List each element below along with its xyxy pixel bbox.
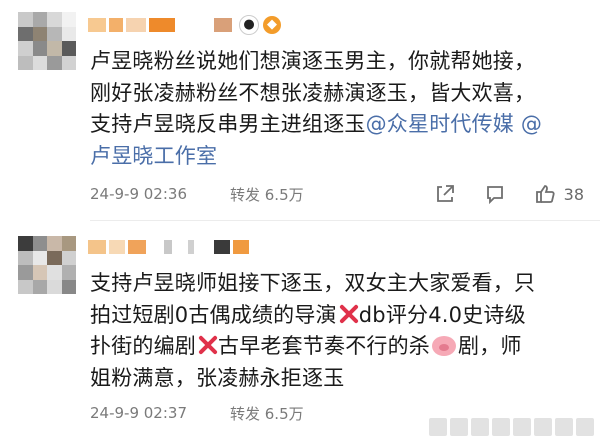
mention-link[interactable]: @众星时代传媒 @ [366, 112, 542, 136]
comment-line: 刚好张凌赫粉丝不想张凌赫演逐玉，皆大欢喜， [90, 80, 536, 105]
comment-segment: 拍过短剧0古偶成绩的导演 [90, 302, 337, 327]
comment-text: 支持卢昱晓师姐接下逐玉，双女主大家爱看，只 拍过短剧0古偶成绩的导演 db评分4.… [90, 268, 584, 394]
repost-count: 转发 6.5万 [230, 404, 304, 423]
fish-badge-icon: ◆ [263, 16, 281, 34]
repost-count: 转发 6.5万 [230, 185, 304, 204]
comment-segment: 剧，师 [458, 334, 522, 358]
comment-segment: 古早老套节奏不行的杀 [218, 334, 430, 358]
avatar[interactable] [18, 12, 76, 70]
comment-segment: db评分4.0史诗级 [358, 302, 526, 327]
mention-link[interactable]: 卢昱晓工作室 [90, 144, 217, 168]
timestamp: 24-9-9 02:36 [90, 185, 187, 203]
username-obscured[interactable] [88, 236, 252, 258]
divider [90, 220, 600, 221]
comment-item: 支持卢昱晓师姐接下逐玉，双女主大家爱看，只 拍过短剧0古偶成绩的导演 db评分4.… [0, 222, 600, 440]
username-obscured[interactable]: ● ◆ [88, 14, 281, 36]
panda-badge-icon: ● [239, 15, 259, 35]
watermark-obscured [429, 418, 594, 436]
like-count: 38 [563, 184, 584, 204]
comment-icon[interactable] [482, 181, 508, 207]
comment-segment: 扑街的编剧 [90, 334, 196, 358]
timestamp: 24-9-9 02:37 [90, 404, 187, 422]
cross-mark-icon [338, 302, 358, 326]
comment-line: 支持卢昱晓反串男主进组逐玉 [90, 112, 366, 136]
comment-segment: 姐粉满意，张凌赫永拒逐玉 [90, 365, 345, 390]
pig-face-icon [432, 336, 456, 356]
comment-line: 支持卢昱晓师姐接下逐玉，双女主大家爱看，只 [90, 271, 536, 295]
comment-footer: 24-9-9 02:36 转发 6.5万 38 [90, 181, 584, 207]
share-icon[interactable] [432, 181, 458, 207]
cross-mark-icon [197, 333, 217, 357]
like-icon[interactable] [532, 181, 558, 207]
comment-line: 卢昱晓粉丝说她们想演逐玉男主，你就帮她接， [90, 49, 536, 73]
avatar[interactable] [18, 236, 76, 294]
comment-item: ● ◆ 卢昱晓粉丝说她们想演逐玉男主，你就帮她接， 刚好张凌赫粉丝不想张凌赫演逐… [0, 0, 600, 221]
comment-text: 卢昱晓粉丝说她们想演逐玉男主，你就帮她接， 刚好张凌赫粉丝不想张凌赫演逐玉，皆大… [90, 46, 584, 172]
